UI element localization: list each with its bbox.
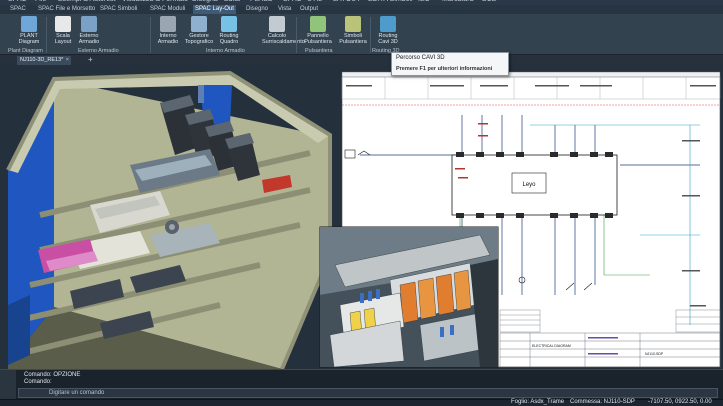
ribbon-group-separator xyxy=(370,17,371,53)
status-coords: -7107.50, 0922.50, 0.00 xyxy=(648,399,712,405)
menu-item[interactable]: UTIL xyxy=(307,0,322,3)
menu-item[interactable]: EDITA Simboli xyxy=(368,0,413,3)
gestore-topografico-icon xyxy=(191,16,207,32)
ribbon-button-label: Pulsantiera xyxy=(339,39,367,45)
menu-item[interactable]: SPAC xyxy=(8,0,27,3)
schematic-device-label: Leyo xyxy=(522,182,536,188)
gestore-topografico-button[interactable]: Gestore Topografico xyxy=(184,16,214,45)
menu-item[interactable]: Visualizza & Formato xyxy=(122,0,188,3)
title-block-company: ELECTRICAL DIAGRAM xyxy=(532,344,571,348)
command-history-1: Comando: OPZIONE xyxy=(24,372,81,378)
ribbon-group-label: Esterno Armadio xyxy=(78,48,119,54)
ribbon-button-label: Quadro xyxy=(219,39,239,45)
ribbon-tab[interactable]: SPAC Simboli xyxy=(98,5,139,14)
command-history-2: Comando: xyxy=(24,379,52,385)
interno-armadio-icon xyxy=(160,16,176,32)
drawing-canvas: Leyo ELECTRICAL DIAGRAM NJ110-SDP xyxy=(6,70,721,369)
routing-cavi-3d-button[interactable]: Routing Cavi 3D xyxy=(373,16,403,45)
ribbon-tab[interactable]: SPAC File e Morsetto xyxy=(36,5,97,14)
command-line-panel: Comando: OPZIONE Comando: Digitare un co… xyxy=(0,369,723,400)
status-sheet: Foglio: Asdx_Trame xyxy=(511,399,565,405)
ribbon-group-separator xyxy=(46,17,47,53)
app-window: SPAC File Esempi & Autorest Visualizza & Fo… xyxy=(0,0,723,406)
ribbon-tooltip: Percorso CAVI 3D Premere F1 per ulterior… xyxy=(391,52,509,76)
interno-armadio-button[interactable]: Interno Armadio xyxy=(153,16,183,45)
calcolo-surriscaldamento-button[interactable]: Calcolo Surriscaldamento xyxy=(262,16,305,45)
ribbon-button-label: Cavi 3D xyxy=(378,39,398,45)
calcolo-surriscaldamento-icon xyxy=(269,16,285,32)
pannello-pulsantiera-button[interactable]: Pannello Pulsantiera xyxy=(303,16,333,45)
esterno-armadio-button[interactable]: Esterno Armadio xyxy=(74,16,104,45)
zoom-inset xyxy=(319,226,499,368)
status-order: Commessa: NJ110-SDP xyxy=(570,399,635,405)
ribbon-tab[interactable]: SPAC Moduli xyxy=(148,5,187,14)
ribbon-button-label: Pulsantiera xyxy=(304,39,332,45)
ribbon-button-label: Diagram xyxy=(18,39,40,45)
routing-quadro-icon xyxy=(221,16,237,32)
menu-item[interactable]: LAYOUT xyxy=(333,0,361,3)
menu-item[interactable]: Marcatura xyxy=(442,0,474,3)
title-block-sheet: NJ110-SDP xyxy=(645,352,664,356)
routing-cavi-3d-icon xyxy=(380,16,396,32)
document-tab[interactable]: NJ110-3D_RE13* × xyxy=(17,56,71,65)
ribbon-tab-bar: SPAC SPAC File e Morsetto SPAC Simboli SPAC… xyxy=(0,5,723,14)
menu-item[interactable]: BCE xyxy=(482,0,496,3)
close-icon[interactable]: × xyxy=(66,56,69,65)
command-panel-handle[interactable] xyxy=(0,370,16,400)
status-bar: Foglio: Asdx_Trame Commessa: NJ110-SDP -… xyxy=(0,399,723,406)
ribbon-group-separator xyxy=(296,17,297,53)
plant-diagram-button[interactable]: PLANT Diagram xyxy=(14,16,44,45)
ribbon-button-label: Armadio xyxy=(78,39,100,45)
ribbon-group-label: Pulsantiera xyxy=(305,48,333,54)
drawing-viewport[interactable]: Leyo ELECTRICAL DIAGRAM NJ110-SDP xyxy=(0,65,723,369)
plant-diagram-icon xyxy=(21,16,37,32)
document-tab-label: NJ110-3D_RE13* xyxy=(20,57,64,63)
menu-item[interactable]: IEC xyxy=(418,0,430,3)
ribbon-button-label: Surriscaldamento xyxy=(262,39,305,45)
document-tab-bar: NJ110-3D_RE13* × + xyxy=(0,55,723,65)
esterno-armadio-icon xyxy=(81,16,97,32)
routing-quadro-button[interactable]: Routing Quadro xyxy=(214,16,244,45)
ribbon-group-separator xyxy=(150,17,151,53)
pannello-pulsantiera-icon xyxy=(310,16,326,32)
command-input-placeholder: Digitare un comando xyxy=(49,390,105,396)
menu-item[interactable]: Edita xyxy=(224,0,240,3)
ribbon-tab[interactable]: Disegno xyxy=(244,5,270,14)
ribbon: PLANT Diagram Scala Layout Esterno Armadio Int… xyxy=(0,14,723,55)
ribbon-button-label: Armadio xyxy=(157,39,179,45)
ribbon-tab[interactable]: SPAC xyxy=(8,5,28,14)
cabinet-3d-model xyxy=(6,70,332,369)
ribbon-tab[interactable]: SPAC Lay-Out xyxy=(193,5,236,14)
command-input[interactable]: Digitare un comando xyxy=(18,388,718,398)
menu-item[interactable]: Disegna xyxy=(192,0,218,3)
ribbon-group-label: Interno Armadio xyxy=(206,48,245,54)
menu-item[interactable]: File xyxy=(35,0,46,3)
simboli-pulsantiera-icon xyxy=(345,16,361,32)
menu-item[interactable]: Esempi & Autorest xyxy=(58,0,116,3)
add-tab-button[interactable]: + xyxy=(88,55,93,65)
ribbon-group-label: Plant Diagram xyxy=(8,48,43,54)
ribbon-tab[interactable]: Output xyxy=(298,5,320,14)
tooltip-title: Percorso CAVI 3D xyxy=(396,55,445,61)
simboli-pulsantiera-button[interactable]: Simboli Pulsantiera xyxy=(338,16,368,45)
menu-item[interactable]: SPAC xyxy=(283,0,302,3)
scala-layout-icon xyxy=(55,16,71,32)
ribbon-button-label: Topografico xyxy=(184,39,214,45)
tooltip-hint: Premere F1 per ulteriori informazioni xyxy=(396,66,493,72)
menu-item[interactable]: PLASD xyxy=(250,0,273,3)
ribbon-tab[interactable]: Vista xyxy=(276,5,293,14)
